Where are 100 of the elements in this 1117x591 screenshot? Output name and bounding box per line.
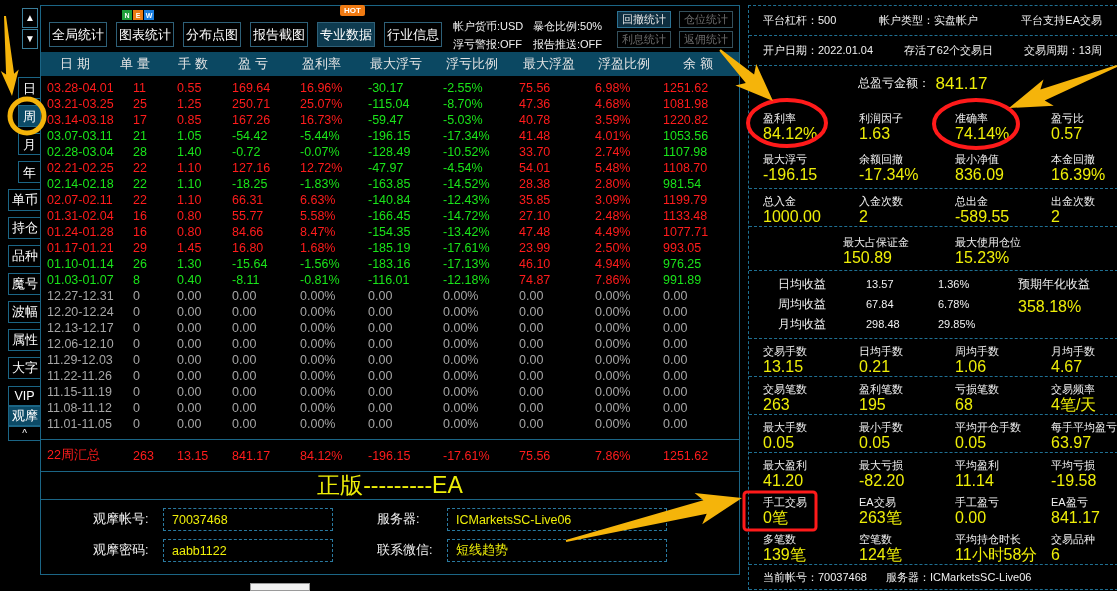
account-info: 交易周期：13周: [1023, 43, 1102, 58]
toolbar-button[interactable]: 图表统计: [116, 22, 174, 47]
toolbar-button[interactable]: 全局统计: [49, 22, 107, 47]
account-info: 帐户类型：实盘帐户: [879, 13, 979, 28]
income-label: 日均收益: [778, 276, 826, 292]
mode-button[interactable]: 观摩: [8, 406, 40, 426]
account-info: 当前帐号：70037468: [763, 569, 867, 585]
stat-value: 11.14: [955, 472, 994, 490]
table-cell: 0.00: [368, 352, 393, 368]
table-cell: 40.78: [519, 112, 551, 128]
toolbar-button[interactable]: 报告截图: [250, 22, 308, 47]
table-cell: 11.29-12.03: [47, 352, 113, 368]
mode-button[interactable]: VIP: [8, 386, 40, 406]
table-cell: 47.48: [519, 224, 551, 240]
table-cell: 1107.98: [663, 144, 708, 160]
stat-value: 6: [1051, 546, 1060, 564]
table-cell: 0.00: [663, 368, 688, 384]
stat-label: 利润因子: [859, 111, 903, 125]
summary-cell: 841.17: [232, 448, 271, 463]
table-cell: 0.00: [232, 288, 257, 304]
period-tab[interactable]: 年: [18, 161, 40, 183]
table-cell: 0.00%: [595, 288, 631, 304]
table-cell: -14.72%: [443, 208, 490, 224]
stat-value: 84.12%: [763, 125, 818, 143]
side-button[interactable]: 波幅: [8, 301, 40, 323]
table-cell: 0.00: [177, 320, 202, 336]
table-cell: 993.05: [663, 240, 702, 256]
table-cell: 169.64: [232, 80, 271, 96]
collapse-button[interactable]: ^: [8, 426, 40, 441]
table-cell: 16.73%: [300, 112, 343, 128]
stat-label: EA盈亏: [1051, 495, 1088, 509]
table-cell: 0.00%: [443, 320, 479, 336]
table-cell: -8.70%: [443, 96, 483, 112]
period-tab[interactable]: 日: [18, 77, 40, 99]
table-cell: 167.26: [232, 112, 271, 128]
table-cell: 0.00: [519, 304, 544, 320]
period-tab[interactable]: 月: [18, 133, 40, 155]
stat-button[interactable]: 回撤统计: [617, 11, 671, 28]
stat-value: 2: [1051, 208, 1060, 226]
column-header: 最大浮亏: [370, 55, 422, 73]
table-cell: 0.00: [519, 336, 544, 352]
table-cell: -183.16: [368, 256, 411, 272]
table-cell: -54.42: [232, 128, 268, 144]
stat-label: 最大浮亏: [763, 152, 807, 166]
table-cell: 0.00%: [595, 384, 631, 400]
scroll-down-button[interactable]: ▼: [22, 29, 38, 49]
summary-cell: 13.15: [177, 448, 209, 463]
stat-label: 出金次数: [1051, 194, 1095, 208]
table-cell: 0: [133, 416, 140, 432]
table-cell: 11.22-11.26: [47, 368, 112, 384]
toolbar-button[interactable]: 分布点图: [183, 22, 241, 47]
table-cell: 0.00%: [595, 416, 631, 432]
table-cell: 21: [133, 128, 147, 144]
stat-label: 多笔数: [763, 532, 796, 546]
table-cell: 35.85: [519, 192, 551, 208]
table-cell: 5.48%: [595, 160, 631, 176]
scroll-up-button[interactable]: ▲: [22, 8, 38, 28]
table-cell: 4.68%: [595, 96, 631, 112]
table-cell: -0.72: [232, 144, 261, 160]
table-cell: 2.74%: [595, 144, 631, 160]
table-cell: -116.01: [368, 272, 410, 288]
table-cell: -59.47: [368, 112, 404, 128]
stat-label: 最大亏损: [859, 458, 903, 472]
side-button[interactable]: 品种: [8, 245, 40, 267]
table-cell: 74.87: [519, 272, 551, 288]
table-cell: 1251.62: [663, 80, 709, 96]
stat-value: -19.58: [1051, 472, 1097, 490]
table-cell: 0.00%: [300, 416, 336, 432]
side-button[interactable]: 持仓: [8, 217, 40, 239]
account-info: 平台支持EA交易: [1021, 13, 1102, 28]
side-button[interactable]: 属性: [8, 329, 40, 351]
stat-label: 交易品种: [1051, 532, 1095, 546]
table-cell: 16.96%: [300, 80, 343, 96]
stat-value: 0.57: [1051, 125, 1083, 143]
income-percent: 6.78%: [938, 298, 970, 310]
table-cell: 0.00: [663, 416, 688, 432]
table-cell: 54.01: [519, 160, 551, 176]
side-button[interactable]: 魔号: [8, 273, 40, 295]
table-cell: 2.48%: [595, 208, 631, 224]
input-field[interactable]: aabb1122: [163, 539, 333, 562]
side-button[interactable]: 单币: [8, 189, 40, 211]
toolbar-button[interactable]: 专业数据: [317, 22, 375, 47]
cut-off-button[interactable]: [250, 583, 310, 591]
table-cell: 0.00: [663, 288, 688, 304]
stat-label: 最大盈利: [763, 458, 807, 472]
side-button[interactable]: 大字: [8, 357, 40, 379]
table-cell: -30.17: [368, 80, 404, 96]
table-cell: 11: [133, 80, 146, 96]
table-cell: 1.68%: [300, 240, 336, 256]
toolbar-button[interactable]: 行业信息: [384, 22, 442, 47]
table-cell: 11.15-11.19: [47, 384, 112, 400]
account-info: 平台杠杆：500: [763, 13, 837, 28]
table-cell: 01.03-01.07: [47, 272, 114, 288]
field-label: 联系微信:: [377, 542, 433, 559]
period-tab[interactable]: 周: [18, 105, 40, 127]
income-amount: 298.48: [866, 318, 900, 330]
table-cell: -5.44%: [300, 128, 340, 144]
table-cell: 6.98%: [595, 80, 631, 96]
input-field[interactable]: 70037468: [163, 508, 333, 531]
table-cell: 1108.70: [663, 160, 708, 176]
